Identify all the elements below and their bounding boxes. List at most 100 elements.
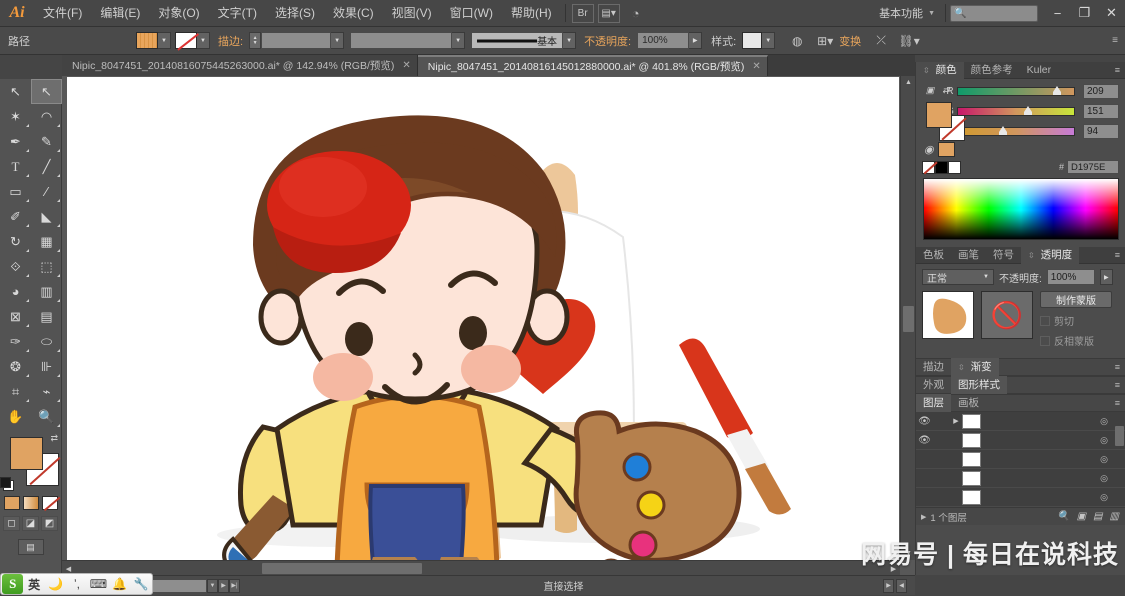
channel-g-knob[interactable] [1024, 106, 1033, 115]
pen-tool[interactable]: ✒ [0, 129, 31, 154]
recolor-artwork-icon[interactable]: ◍ [786, 31, 808, 51]
table-row[interactable]: ◎ [916, 450, 1125, 469]
symbol-sprayer-tool[interactable]: ❂ [0, 354, 31, 379]
workspace-label[interactable]: 基本功能 [879, 5, 926, 21]
status-next-icon[interactable]: ▶ [883, 578, 894, 593]
sogou-logo-icon[interactable]: S [2, 574, 24, 594]
menu-help[interactable]: 帮助(H) [502, 0, 561, 27]
scale-tool[interactable]: ▦ [31, 229, 62, 254]
ime-toolbar[interactable]: S 英 🌙 ʼ, ⌨ 🔔 🔧 [0, 573, 153, 595]
expand-icon[interactable]: ▶ [950, 417, 962, 425]
menu-file[interactable]: 文件(F) [34, 0, 91, 27]
swap-colors-icon[interactable]: ⇄ [940, 84, 952, 96]
close-icon[interactable]: ✕ [752, 61, 760, 72]
eyedropper-tool[interactable]: ✑ [0, 329, 31, 354]
transform-label[interactable]: 变换 [839, 33, 861, 49]
align-icon[interactable]: ⊞▾ [814, 31, 836, 51]
default-fill-stroke-icon[interactable] [0, 477, 14, 491]
visibility-icon[interactable]: 👁 [916, 416, 933, 427]
artboard-tool[interactable]: ⌗ [0, 379, 31, 404]
invert-mask-checkbox[interactable] [1040, 335, 1050, 346]
minimize-button[interactable]: − [1044, 0, 1071, 27]
graphic-styles-panel-menu-icon[interactable]: ≡ [1109, 380, 1125, 390]
tab-kuler[interactable]: Kuler [1020, 62, 1059, 79]
visibility-icon[interactable]: 👁 [916, 435, 933, 446]
transparency-opacity-field[interactable]: 100% [1046, 269, 1095, 285]
arrange-documents-icon[interactable]: ▤▾ [597, 3, 620, 23]
color-fill-swatch[interactable] [926, 102, 952, 128]
target-icon[interactable]: ◎ [1095, 416, 1113, 427]
style-dropdown-icon[interactable]: ▼ [762, 32, 776, 49]
swatch-white[interactable] [948, 160, 961, 174]
opacity-label[interactable]: 不透明度: [584, 33, 631, 49]
tab-swatches[interactable]: 色板 [916, 247, 951, 264]
channel-r-value[interactable]: 209 [1083, 84, 1119, 99]
stroke-dropdown-icon[interactable]: ▼ [197, 32, 210, 49]
stock-icon[interactable]: ◔ [625, 4, 647, 23]
draw-inside-icon[interactable]: ◩ [41, 516, 58, 531]
color-mode-solid[interactable] [3, 496, 20, 510]
channel-b-value[interactable]: 94 [1083, 124, 1119, 139]
stroke-color-control[interactable]: ▼ [175, 32, 210, 49]
stroke-swatch[interactable] [175, 32, 197, 49]
pencil-tool[interactable]: ✐ [0, 204, 31, 229]
tab-stroke[interactable]: 描边 [916, 358, 951, 376]
control-panel-menu-icon[interactable]: ≡ [1112, 35, 1125, 46]
menu-type[interactable]: 文字(T) [209, 0, 266, 27]
scroll-down-icon[interactable]: ▼ [903, 548, 914, 559]
transparency-opacity-dropdown-icon[interactable]: ▶ [1099, 269, 1113, 285]
color-spectrum-bar[interactable] [922, 178, 1119, 240]
last-artboard-icon[interactable]: ▶| [229, 578, 240, 593]
close-icon[interactable]: ✕ [402, 60, 410, 71]
direct-selection-tool[interactable]: ↖ [31, 79, 62, 104]
transparency-object-thumbnail[interactable] [922, 291, 974, 339]
moon-icon[interactable]: 🌙 [45, 573, 66, 595]
table-row[interactable]: ◎ [916, 469, 1125, 488]
variable-width-dropdown-icon[interactable]: ▼ [452, 32, 466, 49]
stroke-profile-preview[interactable]: 基本 [471, 32, 564, 49]
canvas-area[interactable]: ▲ ▼ ◀ ▶ [62, 76, 915, 575]
keyboard-icon[interactable]: ⌨ [88, 573, 109, 595]
hex-value-field[interactable]: D1975E [1067, 160, 1119, 174]
width-tool[interactable]: ⟐ [0, 254, 31, 279]
menu-object[interactable]: 对象(O) [149, 0, 208, 27]
scroll-up-icon[interactable]: ▲ [903, 77, 914, 88]
transparency-panel-menu-icon[interactable]: ≡ [1109, 250, 1125, 260]
transform-icon[interactable]: ⤫ [870, 31, 892, 51]
color-panel-menu-icon[interactable]: ≡ [1109, 65, 1125, 75]
new-layer-icon[interactable]: ▤ [1093, 511, 1102, 522]
channel-b-knob[interactable] [998, 126, 1007, 135]
swap-fill-stroke-icon[interactable]: ⇄ [50, 433, 58, 444]
table-row[interactable]: ◎ [916, 488, 1125, 507]
hand-tool[interactable]: ✋ [0, 404, 31, 429]
channel-r-knob[interactable] [1053, 86, 1062, 95]
chevron-down-icon[interactable]: ▼ [926, 10, 941, 17]
canvas-horizontal-scrollbar[interactable]: ◀ ▶ [62, 560, 900, 575]
stroke-profile-dropdown-icon[interactable]: ▼ [563, 32, 577, 49]
close-button[interactable]: ✕ [1098, 0, 1125, 27]
type-tool[interactable]: T [0, 154, 31, 179]
menu-select[interactable]: 选择(S) [266, 0, 324, 27]
fill-swatch[interactable] [136, 32, 158, 49]
opacity-field[interactable]: 100% [637, 32, 690, 49]
fill-color-control[interactable]: ▼ [136, 32, 171, 49]
make-sublayer-icon[interactable]: ▣ [1077, 511, 1086, 522]
mesh-tool[interactable]: ⊠ [0, 304, 31, 329]
tab-graphic-styles[interactable]: 图形样式 [951, 376, 1007, 394]
layers-panel-menu-icon[interactable]: ≡ [1109, 398, 1125, 408]
rotate-tool[interactable]: ↻ [0, 229, 31, 254]
bridge-icon[interactable]: Br [571, 3, 594, 23]
draw-behind-icon[interactable]: ◪ [22, 516, 39, 531]
tab-symbols[interactable]: 符号 [986, 247, 1021, 264]
tab-layers[interactable]: 图层 [916, 394, 951, 412]
current-color-swatch[interactable] [937, 142, 955, 157]
blend-tool[interactable]: ⬭ [31, 329, 62, 354]
blend-mode-select[interactable]: 正常 ▼ [922, 269, 994, 285]
opacity-dropdown-icon[interactable]: ▶ [689, 32, 703, 49]
status-prev-icon[interactable]: ◀ [896, 578, 907, 593]
clip-checkbox-row[interactable]: 剪切 [1040, 313, 1119, 328]
artwork-illustration[interactable] [67, 77, 899, 560]
channel-b-slider[interactable] [957, 126, 1075, 136]
fill-indicator-icon[interactable]: ▣ [924, 84, 936, 96]
wrench-icon[interactable]: 🔧 [131, 573, 152, 595]
